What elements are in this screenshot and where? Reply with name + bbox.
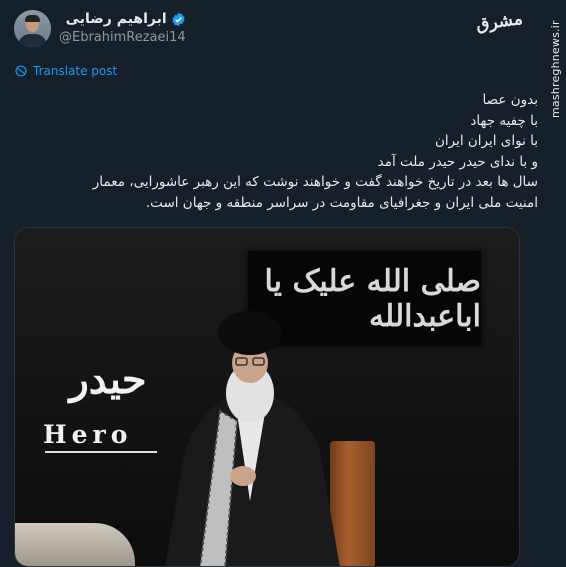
post-line: با چفیه جهاد [470, 112, 538, 129]
post-line: با نوای ایران ایران [434, 133, 538, 149]
avatar[interactable] [14, 10, 51, 47]
author-display-name[interactable]: ابراهیم رضایی [66, 11, 167, 28]
post-header: ابراهیم رضایی @EbrahimRezaei14 [14, 10, 186, 47]
post-line: بدون عصا [482, 92, 538, 108]
overlay-underline [45, 451, 157, 453]
overlay-arabic-title: حیدر [69, 356, 147, 403]
translate-post-link[interactable]: Translate post [14, 64, 117, 78]
verified-badge-icon [172, 12, 185, 27]
author-names: ابراهیم رضایی @EbrahimRezaei14 [59, 11, 186, 45]
author-handle[interactable]: @EbrahimRezaei14 [59, 30, 186, 46]
translate-icon [15, 65, 27, 77]
couch [15, 523, 135, 566]
translate-label: Translate post [33, 64, 118, 78]
seated-figure [165, 311, 340, 566]
post-line: و با ندای حیدر حیدر ملت آمد [377, 153, 538, 170]
post-text: بدون عصا با چفیه جهاد با نوای ایران ایرا… [92, 90, 538, 213]
overlay-hero-word: Hero [43, 420, 133, 449]
brand-watermark-url: mashreghnews.ir [549, 20, 562, 118]
post-image[interactable]: صلی الله علیک یا اباعبدالله حیدر Hero [14, 227, 520, 567]
brand-logo: مشرق [474, 8, 525, 36]
post-line: امنیت ملی ایران و جغرافیای مقاومت در سرا… [145, 194, 538, 211]
post-line: سال ها بعد در تاریخ خواهند گفت و خواهند … [92, 174, 538, 190]
